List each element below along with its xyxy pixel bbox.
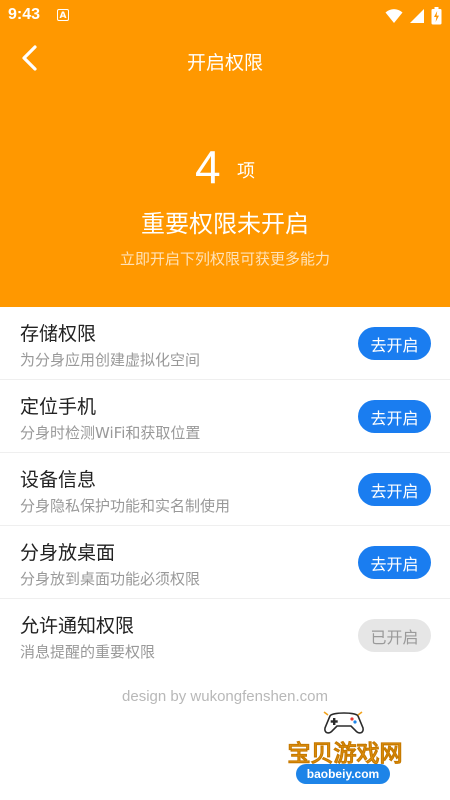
watermark-name: 宝贝游戏网 <box>287 741 403 768</box>
status-icons <box>385 7 442 29</box>
gamepad-icon <box>322 708 366 736</box>
watermark-url: baobeiy.com <box>296 764 390 784</box>
wifi-icon <box>385 8 403 28</box>
watermark-logo: 宝贝游戏网 baobeiy.com <box>270 708 420 794</box>
footer-credit: design by wukongfenshen.com <box>122 688 328 705</box>
permission-title: 设备信息 <box>20 469 97 491</box>
enable-desktop-shortcut-button[interactable]: 去开启 <box>358 546 431 579</box>
nav-bar: 开启权限 <box>0 32 450 88</box>
enable-location-button[interactable]: 去开启 <box>358 400 431 433</box>
pending-count: 4 项 <box>0 140 450 194</box>
permission-desc: 分身隐私保护功能和实名制使用 <box>20 497 231 515</box>
permission-item-notifications: 允许通知权限 消息提醒的重要权限 已开启 <box>0 599 450 672</box>
permission-item-device-info: 设备信息 分身隐私保护功能和实名制使用 去开启 <box>0 453 450 526</box>
summary-subtitle: 立即开启下列权限可获更多能力 <box>119 250 330 268</box>
status-bar: 9:43 A <box>0 0 450 32</box>
permission-desc: 分身放到桌面功能必须权限 <box>20 570 201 588</box>
enable-device-info-button[interactable]: 去开启 <box>358 473 431 506</box>
permission-item-location: 定位手机 分身时检测WiFi和获取位置 去开启 <box>0 380 450 453</box>
notification-badge: A <box>57 9 69 21</box>
header: 9:43 A 开启权限 4 项 重要权限未开启 立即开启下列权限可获更多能力 <box>0 0 450 307</box>
permission-desc: 分身时检测WiFi和获取位置 <box>20 424 201 442</box>
permission-title: 允许通知权限 <box>20 615 135 637</box>
permission-desc: 为分身应用创建虚拟化空间 <box>20 351 201 369</box>
summary-title: 重要权限未开启 <box>141 210 309 238</box>
permission-title: 分身放桌面 <box>20 542 116 564</box>
permission-desc: 消息提醒的重要权限 <box>20 643 156 661</box>
pending-count-unit: 项 <box>237 161 256 182</box>
battery-icon <box>431 7 442 29</box>
pending-count-number: 4 <box>194 141 221 193</box>
cell-signal-icon <box>409 8 425 28</box>
permission-title: 存储权限 <box>20 323 97 345</box>
page-title: 开启权限 <box>186 52 263 74</box>
notifications-enabled-button[interactable]: 已开启 <box>358 619 431 652</box>
permission-title: 定位手机 <box>20 396 97 418</box>
status-time: 9:43 <box>8 6 41 23</box>
permission-list: 存储权限 为分身应用创建虚拟化空间 去开启 定位手机 分身时检测WiFi和获取位… <box>0 307 450 672</box>
permission-item-storage: 存储权限 为分身应用创建虚拟化空间 去开启 <box>0 307 450 380</box>
permission-item-desktop-shortcut: 分身放桌面 分身放到桌面功能必须权限 去开启 <box>0 526 450 599</box>
enable-storage-button[interactable]: 去开启 <box>358 327 431 360</box>
